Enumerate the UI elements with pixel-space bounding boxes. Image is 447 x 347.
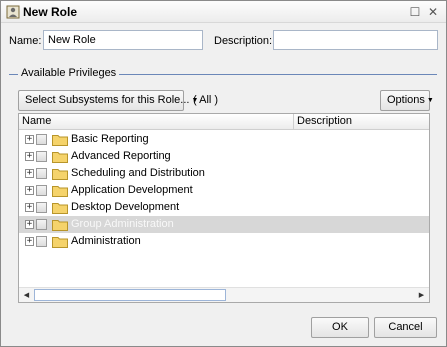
horizontal-scrollbar[interactable]: ◀ ▶ xyxy=(19,287,429,302)
folder-icon xyxy=(52,169,68,180)
tree-row[interactable]: + Scheduling and Distribution xyxy=(19,165,429,182)
row-checkbox[interactable] xyxy=(36,202,47,213)
row-checkbox[interactable] xyxy=(36,168,47,179)
scrollbar-thumb[interactable] xyxy=(34,289,226,301)
expand-icon[interactable]: + xyxy=(25,220,34,229)
scroll-left-icon[interactable]: ◀ xyxy=(20,289,33,302)
expand-icon[interactable]: + xyxy=(25,152,34,161)
folder-icon xyxy=(52,203,68,214)
description-field[interactable] xyxy=(273,30,438,50)
tree-row[interactable]: + Advanced Reporting xyxy=(19,148,429,165)
expand-icon[interactable]: + xyxy=(25,237,34,246)
title-bar: New Role ☐ ✕ xyxy=(1,1,446,23)
folder-icon xyxy=(52,135,68,146)
select-subsystems-button[interactable]: Select Subsystems for this Role... ▼ xyxy=(18,90,198,111)
privileges-tree[interactable]: Name Description + Basic Reporting + Adv… xyxy=(18,113,430,303)
tree-row-label: Desktop Development xyxy=(71,201,180,213)
cancel-button[interactable]: Cancel xyxy=(374,317,437,338)
folder-icon xyxy=(52,237,68,248)
folder-icon xyxy=(52,220,68,231)
tree-row-label: Basic Reporting xyxy=(71,133,149,145)
column-divider[interactable] xyxy=(293,114,294,130)
scroll-right-icon[interactable]: ▶ xyxy=(415,289,428,302)
expand-icon[interactable]: + xyxy=(25,135,34,144)
tree-header: Name Description xyxy=(19,114,429,130)
tree-row-label: Administration xyxy=(71,235,141,247)
folder-icon xyxy=(52,186,68,197)
ok-button[interactable]: OK xyxy=(311,317,369,338)
select-subsystems-label: Select Subsystems for this Role... xyxy=(25,94,190,106)
name-field[interactable]: New Role xyxy=(43,30,203,50)
close-icon[interactable]: ✕ xyxy=(426,5,440,19)
row-checkbox[interactable] xyxy=(36,134,47,145)
available-privileges-label: Available Privileges xyxy=(18,67,120,79)
row-checkbox[interactable] xyxy=(36,185,47,196)
row-checkbox[interactable] xyxy=(36,236,47,247)
tree-row[interactable]: + Basic Reporting xyxy=(19,131,429,148)
maximize-icon[interactable]: ☐ xyxy=(408,5,422,19)
description-label: Description: xyxy=(214,35,273,47)
tree-row[interactable]: + Administration xyxy=(19,233,429,250)
expand-icon[interactable]: + xyxy=(25,186,34,195)
folder-icon xyxy=(52,152,68,163)
window-title: New Role xyxy=(23,5,78,19)
tree-row[interactable]: + Desktop Development xyxy=(19,199,429,216)
tree-row-label: Application Development xyxy=(71,184,193,196)
tree-row[interactable]: + Application Development xyxy=(19,182,429,199)
row-checkbox[interactable] xyxy=(36,151,47,162)
tree-row-selected[interactable]: + Group Administration xyxy=(19,216,429,233)
column-header-description[interactable]: Description xyxy=(297,115,352,127)
options-button[interactable]: Options ▼ xyxy=(380,90,434,111)
tree-row-label: Advanced Reporting xyxy=(71,150,171,162)
tree-row-label: Group Administration xyxy=(71,218,174,230)
row-checkbox[interactable] xyxy=(36,219,47,230)
expand-icon[interactable]: + xyxy=(25,203,34,212)
tree-row-label: Scheduling and Distribution xyxy=(71,167,205,179)
options-label: Options xyxy=(387,94,425,106)
expand-icon[interactable]: + xyxy=(25,169,34,178)
new-role-dialog: New Role ☐ ✕ Name: New Role Description:… xyxy=(0,0,447,347)
subsystems-scope: ( All ) xyxy=(193,94,219,106)
chevron-down-icon: ▼ xyxy=(426,97,434,104)
role-icon xyxy=(6,5,20,19)
column-header-name[interactable]: Name xyxy=(22,115,51,127)
name-label: Name: xyxy=(9,35,42,47)
